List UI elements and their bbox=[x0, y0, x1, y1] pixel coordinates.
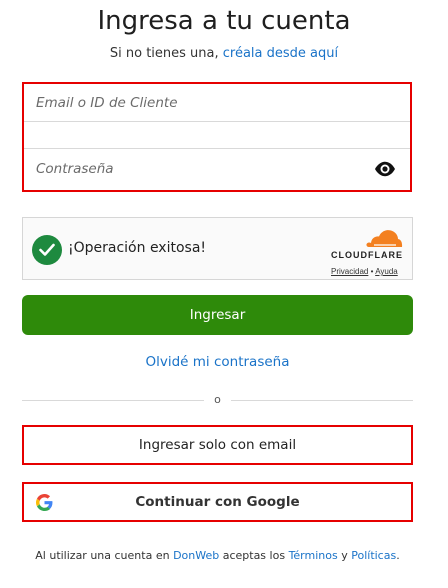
email-field-spacer bbox=[24, 122, 410, 149]
signup-link[interactable]: créala desde aquí bbox=[223, 46, 338, 61]
footer-text-2: aceptas los bbox=[222, 549, 286, 562]
signup-prompt: Si no tienes una, créala desde aquí bbox=[0, 46, 448, 61]
cloudflare-cloud-icon bbox=[366, 230, 403, 247]
privacy-link[interactable]: Privacidad bbox=[331, 267, 368, 276]
cloudflare-wordmark: CLOUDFLARE bbox=[331, 250, 403, 260]
link-separator: • bbox=[370, 267, 374, 276]
help-link[interactable]: Ayuda bbox=[375, 267, 398, 276]
eye-icon[interactable] bbox=[374, 161, 396, 177]
captcha-links: Privacidad • Ayuda bbox=[331, 267, 398, 276]
divider-right bbox=[231, 400, 413, 401]
login-fields: Email o ID de Cliente Contraseña bbox=[22, 82, 412, 192]
page-title: Ingresa a tu cuenta bbox=[97, 6, 351, 36]
cloudflare-logo: CLOUDFLARE Privacidad • Ayuda bbox=[329, 226, 405, 276]
footer-text-4: . bbox=[396, 549, 400, 562]
terms-link[interactable]: Términos bbox=[289, 549, 338, 562]
forgot-password-link[interactable]: Olvidé mi contraseña bbox=[0, 354, 435, 370]
donweb-link[interactable]: DonWeb bbox=[173, 549, 219, 562]
footer-text-1: Al utilizar una cuenta en bbox=[35, 549, 170, 562]
footer-text-3: y bbox=[341, 549, 348, 562]
terms-footer: Al utilizar una cuenta en DonWeb aceptas… bbox=[0, 549, 435, 562]
captcha-status: ¡Operación exitosa! bbox=[68, 240, 207, 256]
email-field[interactable]: Email o ID de Cliente bbox=[24, 84, 410, 122]
password-field[interactable]: Contraseña bbox=[24, 149, 410, 190]
email-only-login-button[interactable]: Ingresar solo con email bbox=[22, 425, 413, 465]
policies-link[interactable]: Políticas bbox=[351, 549, 396, 562]
google-icon bbox=[36, 494, 53, 511]
google-button-label: Continuar con Google bbox=[135, 494, 300, 510]
success-check-icon bbox=[32, 235, 62, 265]
login-button[interactable]: Ingresar bbox=[22, 295, 413, 335]
signup-prompt-text: Si no tienes una, bbox=[109, 46, 219, 61]
google-login-button[interactable]: Continuar con Google bbox=[22, 482, 413, 522]
captcha-widget: ¡Operación exitosa! CLOUDFLARE Privacida… bbox=[22, 217, 413, 280]
